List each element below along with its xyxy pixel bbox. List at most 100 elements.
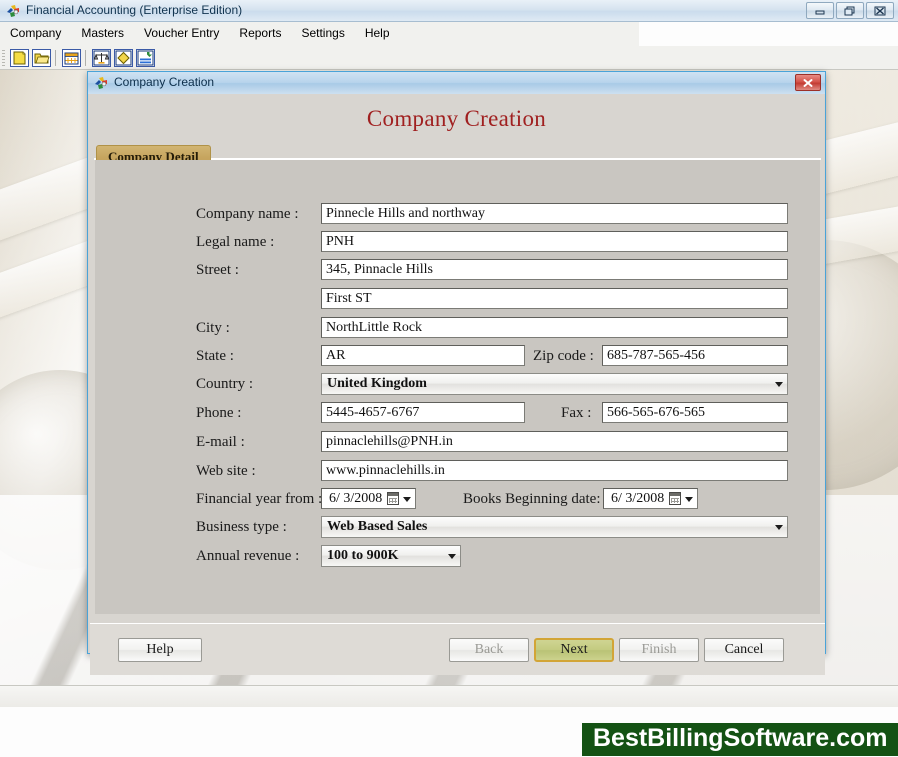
form-row-street-2: First ST	[95, 288, 820, 312]
fax-input[interactable]: 566-565-676-565	[602, 402, 788, 423]
dialog-close-button[interactable]	[795, 74, 821, 91]
chevron-down-icon	[403, 497, 411, 502]
open-company-icon[interactable]	[32, 49, 51, 67]
toolbar-grip[interactable]	[2, 50, 5, 66]
country-label: Country :	[196, 376, 254, 392]
app-puzzle-icon	[5, 3, 21, 19]
menu-item-help[interactable]: Help	[355, 22, 400, 42]
app-titlebar: Financial Accounting (Enterprise Edition…	[0, 0, 898, 22]
menu-item-masters[interactable]: Masters	[71, 22, 134, 42]
street-line-2-input[interactable]: First ST	[321, 288, 788, 309]
company-name-label: Company name :	[196, 206, 299, 222]
annual-revenue-label: Annual revenue :	[196, 548, 300, 564]
calendar-icon[interactable]	[62, 49, 81, 67]
country-select[interactable]: United Kingdom	[321, 373, 788, 395]
books-beginning-date-datepicker[interactable]: 6/ 3/2008	[603, 488, 698, 509]
app-statusbar	[0, 685, 898, 707]
financial-year-from-label: Financial year from :	[196, 491, 323, 507]
email-label: E-mail :	[196, 434, 245, 450]
toolbar	[0, 46, 898, 70]
menu-bar: Company Masters Voucher Entry Reports Se…	[0, 22, 639, 46]
menu-item-voucher-entry[interactable]: Voucher Entry	[134, 22, 229, 42]
company-detail-form: Company name : Pinnecle Hills and northw…	[95, 160, 820, 614]
email-input[interactable]: pinnaclehills@PNH.in	[321, 431, 788, 452]
new-company-icon[interactable]	[10, 49, 29, 67]
help-button[interactable]: Help	[118, 638, 202, 662]
company-creation-dialog: Company Creation Company Creation Compan…	[87, 71, 826, 675]
dialog-titlebar: Company Creation	[88, 72, 825, 94]
restore-icon	[844, 6, 855, 15]
legal-name-input[interactable]: PNH	[321, 231, 788, 252]
ledger-icon[interactable]	[114, 49, 133, 67]
phone-input[interactable]: 5445-4657-6767	[321, 402, 525, 423]
page-title: Company Creation	[366, 106, 547, 131]
city-input[interactable]: NorthLittle Rock	[321, 317, 788, 338]
financial-year-from-datepicker[interactable]: 6/ 3/2008	[321, 488, 416, 509]
dialog-title: Company Creation	[114, 75, 215, 89]
form-row-business-type: Business type : Web Based Sales	[95, 516, 820, 540]
window-controls	[806, 2, 894, 19]
toolbar-separator	[55, 50, 56, 66]
country-select-value: United Kingdom	[327, 376, 427, 391]
form-row-annual-revenue: Annual revenue : 100 to 900K	[95, 545, 820, 569]
street-line-1-input[interactable]: 345, Pinnacle Hills	[321, 259, 788, 280]
form-row-company-name: Company name : Pinnecle Hills and northw…	[95, 203, 820, 227]
business-type-select[interactable]: Web Based Sales	[321, 516, 788, 538]
zip-code-label: Zip code :	[533, 348, 594, 364]
toolbar-separator-2	[85, 50, 86, 66]
restore-button[interactable]	[836, 2, 864, 19]
cancel-button[interactable]: Cancel	[704, 638, 784, 662]
app-puzzle-icon	[93, 75, 109, 91]
close-button[interactable]	[866, 2, 894, 19]
financial-year-from-value: 6/ 3/2008	[329, 491, 383, 506]
form-row-website: Web site : www.pinnaclehills.in	[95, 460, 820, 484]
form-row-state-zip: State : AR Zip code : 685-787-565-456	[95, 345, 820, 369]
phone-label: Phone :	[196, 405, 242, 421]
calendar-icon	[669, 492, 681, 505]
form-row-country: Country : United Kingdom	[95, 373, 820, 397]
business-type-label: Business type :	[196, 519, 287, 535]
street-label: Street :	[196, 262, 239, 278]
business-type-select-value: Web Based Sales	[327, 519, 428, 534]
legal-name-label: Legal name :	[196, 234, 275, 250]
watermark-banner: BestBillingSoftware.com	[582, 723, 898, 756]
calendar-icon	[387, 492, 399, 505]
form-row-phone-fax: Phone : 5445-4657-6767 Fax : 566-565-676…	[95, 402, 820, 426]
chevron-down-icon	[775, 525, 783, 530]
city-label: City :	[196, 320, 230, 336]
menu-item-settings[interactable]: Settings	[291, 22, 354, 42]
state-label: State :	[196, 348, 234, 364]
reports-icon[interactable]	[136, 49, 155, 67]
form-row-street: Street : 345, Pinnacle Hills	[95, 259, 820, 283]
website-label: Web site :	[196, 463, 256, 479]
form-row-email: E-mail : pinnaclehills@PNH.in	[95, 431, 820, 455]
minimize-icon	[815, 10, 825, 14]
close-icon	[803, 78, 813, 87]
chevron-down-icon	[685, 497, 693, 502]
zip-code-input[interactable]: 685-787-565-456	[602, 345, 788, 366]
state-input[interactable]: AR	[321, 345, 525, 366]
balance-scale-icon[interactable]	[92, 49, 111, 67]
back-button[interactable]: Back	[449, 638, 529, 662]
finish-button[interactable]: Finish	[619, 638, 699, 662]
dialog-footer: Help Back Next Finish Cancel	[90, 623, 825, 675]
chevron-down-icon	[775, 382, 783, 387]
form-row-legal-name: Legal name : PNH	[95, 231, 820, 255]
form-row-city: City : NorthLittle Rock	[95, 317, 820, 341]
dialog-body: Company Creation Company Detail Company …	[89, 94, 825, 675]
chevron-down-icon	[448, 554, 456, 559]
website-input[interactable]: www.pinnaclehills.in	[321, 460, 788, 481]
annual-revenue-select[interactable]: 100 to 900K	[321, 545, 461, 567]
app-title: Financial Accounting (Enterprise Edition…	[26, 3, 243, 17]
annual-revenue-select-value: 100 to 900K	[327, 548, 399, 563]
close-icon	[874, 6, 886, 15]
minimize-button[interactable]	[806, 2, 834, 19]
menu-item-company[interactable]: Company	[0, 22, 71, 42]
next-button[interactable]: Next	[534, 638, 614, 662]
menu-item-reports[interactable]: Reports	[229, 22, 291, 42]
books-beginning-date-label: Books Beginning date:	[463, 491, 601, 507]
form-row-dates: Financial year from : 6/ 3/2008 Books Be…	[95, 488, 820, 512]
application-window: Financial Accounting (Enterprise Edition…	[0, 0, 898, 757]
company-name-input[interactable]: Pinnecle Hills and northway	[321, 203, 788, 224]
books-beginning-date-value: 6/ 3/2008	[611, 491, 665, 506]
